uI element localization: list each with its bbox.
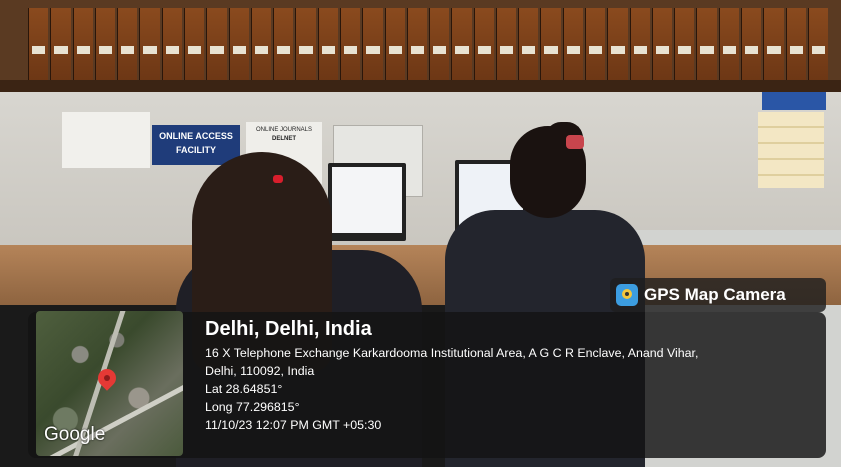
delnet-label: DELNET: [272, 136, 296, 142]
wall-notice: [62, 112, 150, 168]
photo-scene: ONLINE ACCESS FACILITY ONLINE JOURNALS D…: [0, 0, 841, 467]
latitude: Lat 28.64851°: [205, 382, 283, 396]
online-journals-title: ONLINE JOURNALS: [255, 127, 312, 133]
wall-calendar: [758, 112, 824, 188]
bookshelf: [0, 0, 841, 96]
hair-clip: [273, 175, 283, 183]
monitor-left: [328, 163, 406, 241]
longitude: Long 77.296815°: [205, 400, 300, 414]
city-name: Delhi, Delhi, India: [205, 318, 372, 340]
map-thumbnail: Google: [36, 311, 183, 456]
address-line-1: 16 X Telephone Exchange Karkardooma Inst…: [205, 346, 699, 360]
location-details: Delhi, Delhi, India 16 X Telephone Excha…: [205, 318, 698, 434]
address-line-2: Delhi, 110092, India: [205, 364, 315, 378]
calendar-header: [762, 92, 826, 110]
google-logo: Google: [44, 424, 106, 445]
timestamp: 11/10/23 12:07 PM GMT +05:30: [205, 418, 382, 432]
hair-bow: [566, 135, 584, 149]
gps-map-camera-icon: [616, 284, 638, 306]
gps-map-camera-badge: GPS Map Camera: [610, 278, 826, 312]
online-access-sign: ONLINE ACCESS FACILITY: [152, 125, 240, 165]
app-name: GPS Map Camera: [644, 285, 786, 304]
law-books: [28, 8, 829, 80]
